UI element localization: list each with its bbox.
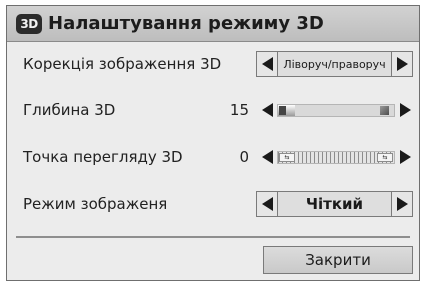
depth-value: 15 (229, 101, 249, 119)
correction-next-button[interactable] (391, 52, 412, 76)
correction-prev-button[interactable] (257, 52, 278, 76)
arrow-right-icon (396, 197, 408, 211)
viewpoint-label: Точка перегляду 3D (23, 148, 183, 166)
correction-label: Корекція зображення 3D (23, 55, 222, 73)
picture-mode-prev-button[interactable] (257, 192, 278, 216)
viewpoint-decrease-button[interactable] (260, 150, 274, 164)
correction-value: Ліворуч/праворуч (283, 57, 386, 71)
depth-start-cap (279, 105, 286, 115)
depth-max-icon (380, 105, 389, 115)
arrow-right-icon (399, 150, 411, 164)
viewpoint-slider[interactable]: ⇆ ⇆ (260, 144, 412, 170)
picture-mode-value: Чіткий (305, 195, 364, 213)
setting-row-correction: Корекція зображення 3D Ліворуч/праворуч (7, 49, 419, 79)
depth-label: Глибина 3D (23, 101, 116, 119)
correction-selector[interactable]: Ліворуч/праворуч (256, 51, 413, 77)
dialog-title: Налаштування режиму 3D (48, 13, 324, 34)
picture-mode-next-button[interactable] (391, 192, 412, 216)
arrow-left-icon (261, 103, 273, 117)
depth-increase-button[interactable] (398, 103, 412, 117)
title-bar: 3D Налаштування режиму 3D (7, 6, 419, 42)
depth-track[interactable] (277, 103, 395, 117)
arrow-left-icon (261, 57, 273, 71)
depth-slider[interactable] (260, 97, 412, 123)
viewpoint-value: 0 (239, 148, 249, 166)
arrow-right-icon (396, 57, 408, 71)
setting-row-picture-mode: Режим зображеня Чіткий (7, 189, 419, 219)
viewpoint-right-tag: ⇆ (377, 152, 393, 162)
arrow-right-icon (399, 103, 411, 117)
3d-icon: 3D (16, 13, 42, 34)
picture-mode-label: Режим зображеня (23, 195, 168, 213)
close-button[interactable]: Закрити (263, 246, 413, 274)
arrow-left-icon (261, 197, 273, 211)
setting-row-viewpoint: Точка перегляду 3D 0 ⇆ ⇆ (7, 142, 419, 172)
setting-row-depth: Глибина 3D 15 (7, 95, 419, 125)
viewpoint-track[interactable]: ⇆ ⇆ (277, 150, 395, 164)
arrow-left-icon (261, 150, 273, 164)
viewpoint-increase-button[interactable] (398, 150, 412, 164)
depth-decrease-button[interactable] (260, 103, 274, 117)
viewpoint-left-tag: ⇆ (279, 152, 295, 162)
picture-mode-selector[interactable]: Чіткий (256, 191, 413, 217)
divider (16, 236, 410, 238)
3d-settings-dialog: 3D Налаштування режиму 3D Корекція зобра… (6, 5, 420, 281)
